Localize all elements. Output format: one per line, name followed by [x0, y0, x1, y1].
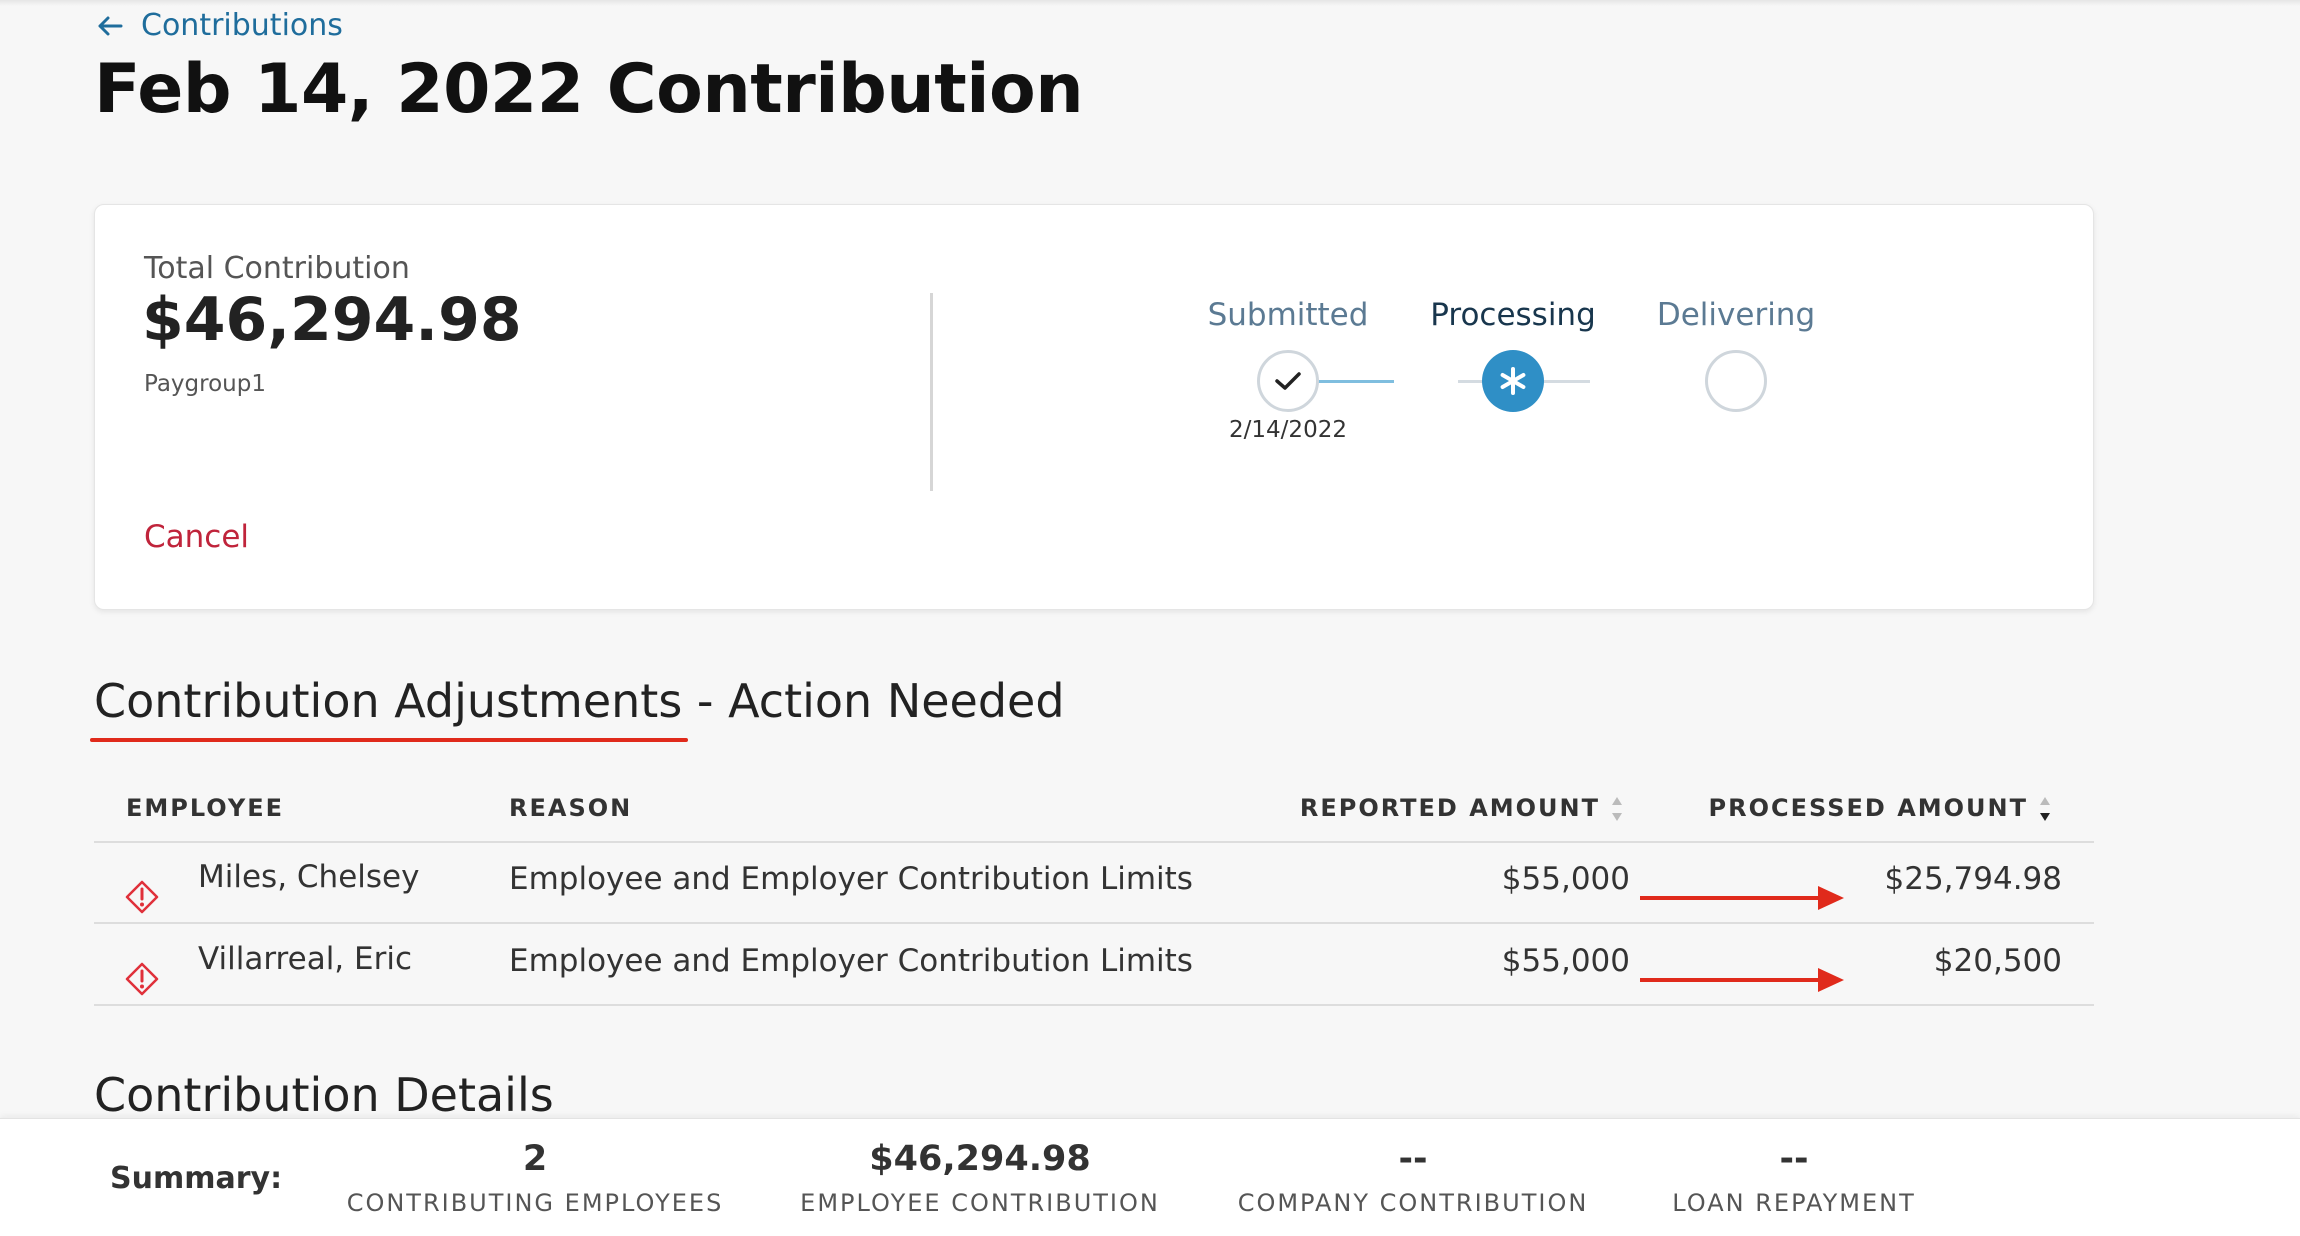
employee-name: Miles, Chelsey	[198, 859, 420, 895]
checkmark-icon	[1275, 372, 1301, 390]
step-label-delivering: Delivering	[1656, 297, 1816, 333]
summary-value: 2	[522, 1139, 548, 1179]
summary-caption: COMPANY CONTRIBUTION	[1237, 1189, 1589, 1217]
summary-value: --	[1398, 1139, 1428, 1179]
step-label-processing: Processing	[1430, 297, 1596, 333]
reported-amount-header-label: REPORTED AMOUNT	[1299, 794, 1600, 822]
summary-caption: LOAN REPAYMENT	[1672, 1189, 1916, 1217]
page: Contributions Feb 14, 2022 Contribution …	[0, 0, 2300, 1236]
adjustments-section-title: Contribution Adjustments - Action Needed	[89, 674, 1065, 742]
red-arrow-annotation	[1640, 886, 1844, 910]
reported-amount: $55,000	[1501, 861, 1630, 897]
asterisk-icon	[1500, 367, 1526, 395]
row-divider	[94, 922, 2094, 924]
row-divider	[94, 1004, 2094, 1006]
reported-amount: $55,000	[1501, 943, 1630, 979]
summary-bar: Summary: 2 CONTRIBUTING EMPLOYEES $46,29…	[0, 1118, 2300, 1236]
step-submitted	[1257, 350, 1319, 412]
adjustment-reason: Employee and Employer Contribution Limit…	[509, 861, 1193, 897]
summary-contributing-employees: 2 CONTRIBUTING EMPLOYEES	[347, 1139, 724, 1217]
adjustments-title-suffix: - Action Needed	[682, 674, 1065, 728]
sort-icon	[2040, 797, 2050, 821]
adjustment-reason: Employee and Employer Contribution Limit…	[509, 943, 1193, 979]
arrow-left-icon	[98, 16, 123, 35]
employee-name: Villarreal, Eric	[198, 941, 413, 977]
total-contribution-label: Total Contribution	[144, 251, 410, 286]
page-title: Feb 14, 2022 Contribution	[94, 50, 1084, 129]
cancel-button[interactable]: Cancel	[144, 519, 249, 555]
summary-value: --	[1779, 1139, 1809, 1179]
step-submitted-date: 2/14/2022	[1229, 417, 1347, 443]
details-section-title: Contribution Details	[94, 1068, 554, 1122]
processed-amount: $20,500	[1933, 943, 2062, 979]
column-header-reported-amount[interactable]: REPORTED AMOUNT	[1300, 794, 1624, 824]
top-shadow	[0, 0, 2300, 6]
total-contribution-amount: $46,294.98	[142, 285, 522, 355]
back-to-contributions-link[interactable]: Contributions	[97, 8, 343, 43]
sort-icon	[1612, 797, 1622, 821]
column-header-reason: REASON	[509, 794, 633, 822]
header-divider	[94, 841, 2094, 843]
step-processing	[1482, 350, 1544, 412]
processed-amount-header-label: PROCESSED AMOUNT	[1708, 794, 2028, 822]
paygroup-label: Paygroup1	[144, 371, 266, 397]
step-delivering	[1705, 350, 1767, 412]
processed-amount: $25,794.98	[1884, 861, 2063, 897]
summary-employee-contribution: $46,294.98 EMPLOYEE CONTRIBUTION	[800, 1139, 1160, 1217]
adjustments-title-main: Contribution Adjustments	[89, 674, 689, 742]
warning-diamond-icon	[125, 880, 159, 914]
warning-diamond-icon	[125, 962, 159, 996]
summary-caption: CONTRIBUTING EMPLOYEES	[346, 1189, 724, 1217]
card-divider	[930, 293, 933, 491]
summary-loan-repayment: -- LOAN REPAYMENT	[1672, 1139, 1915, 1217]
summary-value: $46,294.98	[869, 1139, 1091, 1179]
summary-label: Summary:	[110, 1161, 283, 1196]
column-header-processed-amount[interactable]: PROCESSED AMOUNT	[1709, 794, 2052, 824]
column-header-employee: EMPLOYEE	[126, 794, 285, 822]
contribution-status-card: Total Contribution $46,294.98 Paygroup1 …	[94, 204, 2094, 610]
summary-company-contribution: -- COMPANY CONTRIBUTION	[1238, 1139, 1589, 1217]
summary-caption: EMPLOYEE CONTRIBUTION	[800, 1189, 1160, 1217]
back-link-label: Contributions	[141, 8, 343, 43]
step-label-submitted: Submitted	[1207, 297, 1369, 333]
red-arrow-annotation	[1640, 968, 1844, 992]
